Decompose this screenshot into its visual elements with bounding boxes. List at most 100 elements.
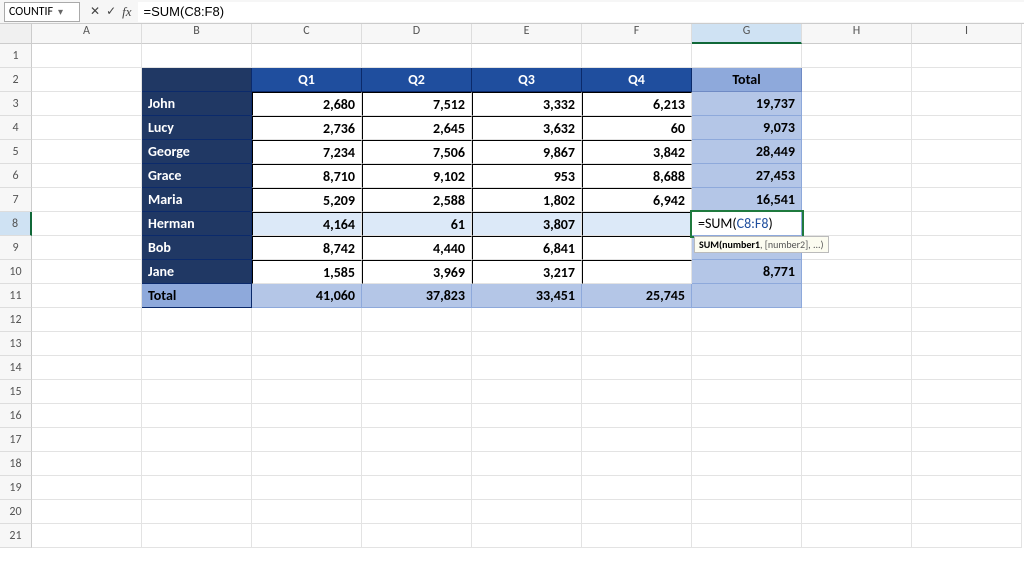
cell[interactable] <box>142 404 252 428</box>
john-q3[interactable]: 3,332 <box>472 92 582 116</box>
total-q4[interactable]: 25,745 <box>582 284 692 308</box>
col-E[interactable]: E <box>472 24 582 44</box>
bob-q3[interactable]: 6,841 <box>472 236 582 260</box>
cell[interactable] <box>32 44 142 68</box>
cell[interactable] <box>472 476 582 500</box>
cell[interactable] <box>32 260 142 284</box>
row-7[interactable]: 7 <box>0 188 32 212</box>
row-2[interactable]: 2 <box>0 68 32 92</box>
lucy-q2[interactable]: 2,645 <box>362 116 472 140</box>
row-1[interactable]: 1 <box>0 44 32 68</box>
cell[interactable] <box>912 380 1022 404</box>
cell[interactable] <box>912 428 1022 452</box>
name-jane[interactable]: Jane <box>142 260 252 284</box>
formula-input[interactable] <box>138 2 1024 22</box>
cell[interactable] <box>802 164 912 188</box>
cell[interactable] <box>692 524 802 548</box>
cell[interactable] <box>802 500 912 524</box>
cell[interactable] <box>802 284 912 308</box>
cell[interactable] <box>252 524 362 548</box>
cell[interactable] <box>912 92 1022 116</box>
cell[interactable] <box>912 524 1022 548</box>
george-q4[interactable]: 3,842 <box>582 140 692 164</box>
bob-q1[interactable]: 8,742 <box>252 236 362 260</box>
cell[interactable] <box>802 452 912 476</box>
col-G[interactable]: G <box>692 24 802 44</box>
cell[interactable] <box>252 308 362 332</box>
cell[interactable] <box>252 380 362 404</box>
col-B[interactable]: B <box>142 24 252 44</box>
col-C[interactable]: C <box>252 24 362 44</box>
cell[interactable] <box>472 44 582 68</box>
cell[interactable] <box>252 452 362 476</box>
jane-q2[interactable]: 3,969 <box>362 260 472 284</box>
name-george[interactable]: George <box>142 140 252 164</box>
cell[interactable] <box>692 356 802 380</box>
col-F[interactable]: F <box>582 24 692 44</box>
cell[interactable] <box>32 236 142 260</box>
george-q1[interactable]: 7,234 <box>252 140 362 164</box>
lucy-q4[interactable]: 60 <box>582 116 692 140</box>
cell[interactable] <box>362 476 472 500</box>
cell[interactable] <box>802 92 912 116</box>
cell[interactable] <box>362 452 472 476</box>
cell[interactable] <box>32 284 142 308</box>
cell[interactable] <box>802 332 912 356</box>
grace-q3[interactable]: 953 <box>472 164 582 188</box>
john-q1[interactable]: 2,680 <box>252 92 362 116</box>
name-maria[interactable]: Maria <box>142 188 252 212</box>
cell[interactable] <box>32 380 142 404</box>
row-6[interactable]: 6 <box>0 164 32 188</box>
cell[interactable] <box>32 404 142 428</box>
cell[interactable] <box>802 476 912 500</box>
cell[interactable] <box>912 236 1022 260</box>
cell[interactable] <box>32 140 142 164</box>
cell[interactable] <box>32 308 142 332</box>
cell[interactable] <box>912 308 1022 332</box>
cell[interactable] <box>802 140 912 164</box>
john-total[interactable]: 19,737 <box>692 92 802 116</box>
lucy-q1[interactable]: 2,736 <box>252 116 362 140</box>
cell[interactable] <box>32 68 142 92</box>
cell[interactable] <box>802 404 912 428</box>
name-bob[interactable]: Bob <box>142 236 252 260</box>
cell[interactable] <box>362 500 472 524</box>
row-21[interactable]: 21 <box>0 524 32 548</box>
cell[interactable] <box>472 356 582 380</box>
cell[interactable] <box>32 500 142 524</box>
name-grace[interactable]: Grace <box>142 164 252 188</box>
cell[interactable] <box>32 356 142 380</box>
cell[interactable] <box>582 452 692 476</box>
name-herman[interactable]: Herman <box>142 212 252 236</box>
maria-q3[interactable]: 1,802 <box>472 188 582 212</box>
row-18[interactable]: 18 <box>0 452 32 476</box>
cell[interactable] <box>692 332 802 356</box>
maria-q2[interactable]: 2,588 <box>362 188 472 212</box>
cell[interactable] <box>472 500 582 524</box>
cell[interactable] <box>582 44 692 68</box>
header-q3[interactable]: Q3 <box>472 68 582 92</box>
george-q3[interactable]: 9,867 <box>472 140 582 164</box>
cancel-icon[interactable]: ✕ <box>90 4 100 19</box>
cell[interactable] <box>802 260 912 284</box>
cell[interactable] <box>32 524 142 548</box>
cell[interactable] <box>802 380 912 404</box>
lucy-q3[interactable]: 3,632 <box>472 116 582 140</box>
cell[interactable] <box>582 308 692 332</box>
cell[interactable] <box>802 356 912 380</box>
cell[interactable] <box>252 428 362 452</box>
cell[interactable] <box>362 380 472 404</box>
cell[interactable] <box>362 44 472 68</box>
row-19[interactable]: 19 <box>0 476 32 500</box>
cell[interactable] <box>692 44 802 68</box>
chevron-down-icon[interactable]: ▾ <box>53 5 63 18</box>
row-14[interactable]: 14 <box>0 356 32 380</box>
cell[interactable] <box>692 428 802 452</box>
cell[interactable] <box>32 164 142 188</box>
name-box[interactable]: COUNTIF ▾ <box>4 2 80 22</box>
total-q1[interactable]: 41,060 <box>252 284 362 308</box>
cell[interactable] <box>912 404 1022 428</box>
row-4[interactable]: 4 <box>0 116 32 140</box>
cell[interactable] <box>582 500 692 524</box>
cell[interactable] <box>142 356 252 380</box>
